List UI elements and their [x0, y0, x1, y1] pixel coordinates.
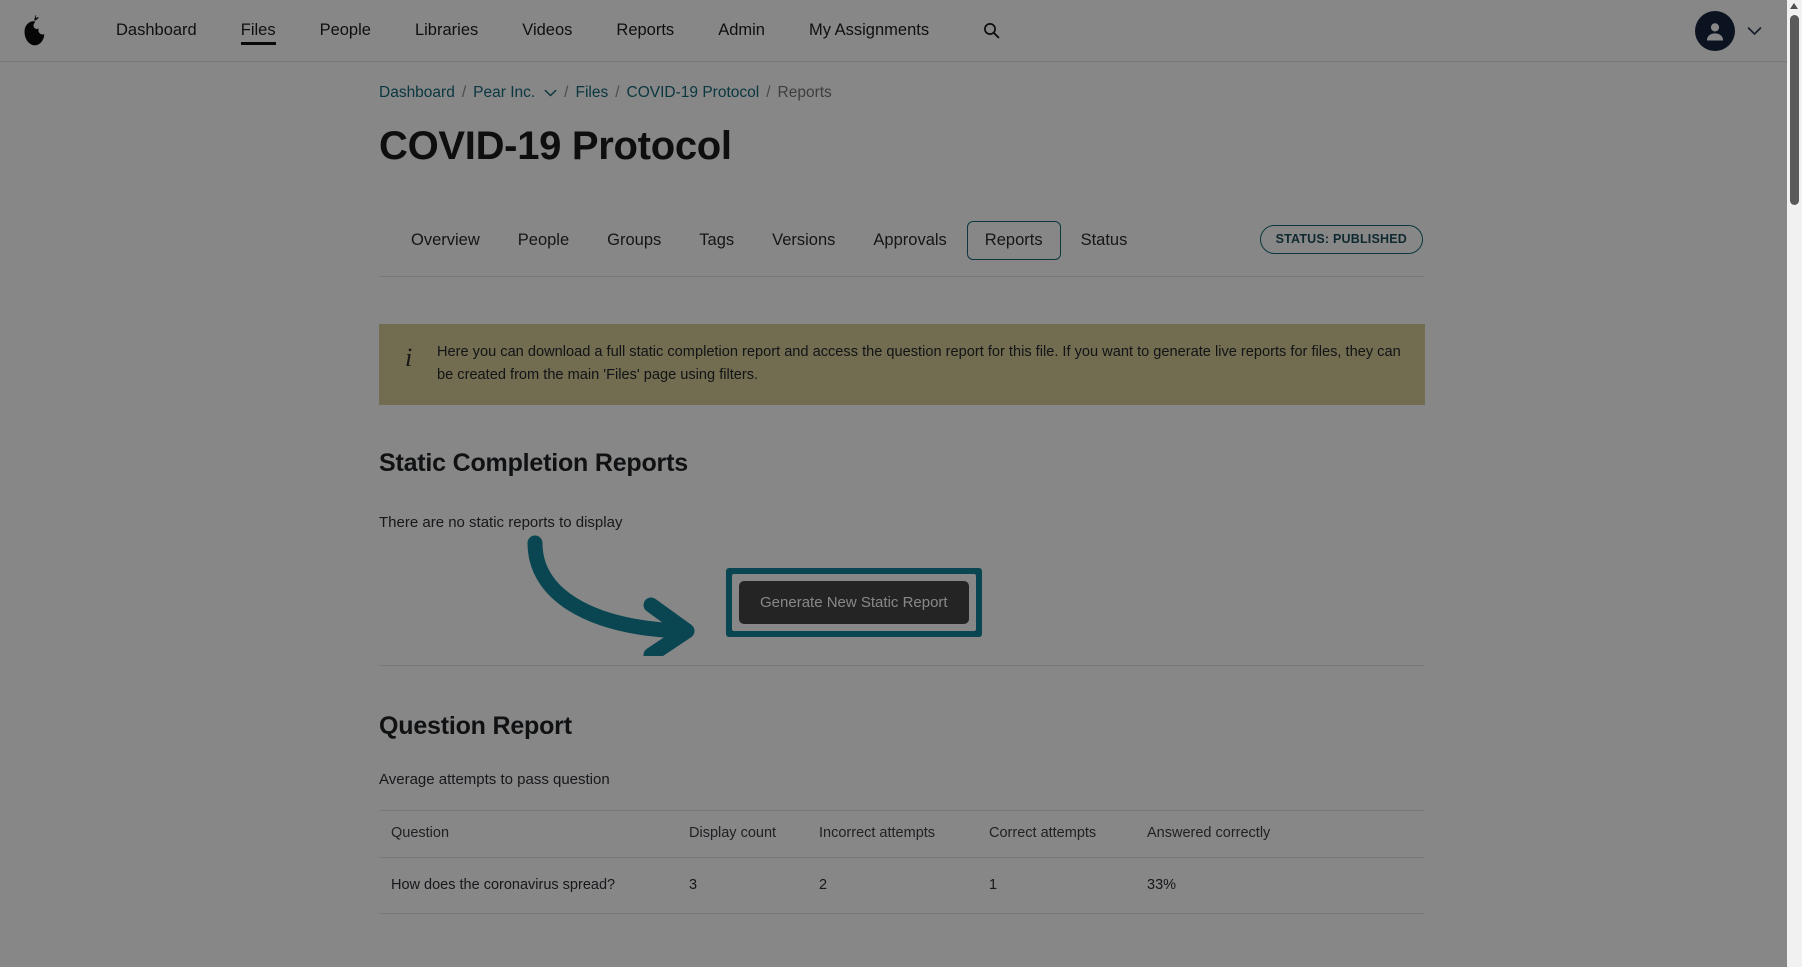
info-banner: i Here you can download a full static co… — [379, 324, 1425, 406]
pear-logo-icon — [24, 14, 45, 45]
question-report-heading: Question Report — [379, 712, 572, 741]
nav-item-reports[interactable]: Reports — [594, 0, 696, 61]
tab-label: Versions — [772, 231, 836, 249]
cell-correct-attempts: 1 — [979, 857, 1137, 915]
column-header-incorrect-attempts[interactable]: Incorrect attempts — [809, 810, 979, 859]
table-header-row: Question Display count Incorrect attempt… — [379, 810, 1425, 859]
nav-item-people[interactable]: People — [298, 0, 393, 61]
scrollbar-thumb[interactable] — [1790, 15, 1799, 205]
breadcrumb-dropdown-toggle[interactable] — [544, 89, 557, 97]
content-container: Dashboard / Pear Inc. / Files / COVID-19… — [377, 62, 1425, 915]
nav-label: Videos — [522, 21, 573, 39]
breadcrumb-item-pear-inc[interactable]: Pear Inc. — [473, 84, 535, 102]
tab-label: People — [517, 231, 570, 249]
search-button[interactable] — [977, 16, 1006, 45]
curved-arrow-annotation — [527, 535, 695, 657]
nav-label: People — [319, 21, 371, 39]
nav-label: My Assignments — [808, 21, 930, 39]
generate-report-block: Generate New Static Report — [379, 535, 1425, 657]
search-icon — [984, 23, 1000, 39]
nav-label: Admin — [718, 21, 765, 39]
cell-display-count: 3 — [679, 857, 809, 915]
generate-button-highlight-inner: Generate New Static Report — [732, 574, 976, 632]
breadcrumb-item-covid-19-protocol[interactable]: COVID-19 Protocol — [627, 84, 760, 102]
tab-reports[interactable]: Reports — [966, 221, 1061, 260]
status-badge[interactable]: STATUS: PUBLISHED — [1259, 225, 1423, 254]
user-avatar-icon — [1706, 22, 1724, 40]
nav-item-admin[interactable]: Admin — [696, 0, 787, 61]
table-row: How does the coronavirus spread? 3 2 1 3… — [379, 857, 1425, 915]
tab-overview[interactable]: Overview — [393, 221, 498, 260]
nav-label: Dashboard — [116, 21, 197, 39]
tab-tags[interactable]: Tags — [681, 221, 752, 260]
tab-label: Overview — [411, 231, 480, 249]
table-header: Question Display count Incorrect attempt… — [379, 810, 1425, 859]
nav-label: Files — [240, 21, 276, 39]
page-body: Dashboard / Pear Inc. / Files / COVID-19… — [0, 62, 1802, 967]
tab-label: Groups — [607, 231, 662, 249]
column-header-question[interactable]: Question — [379, 810, 679, 859]
tab-list: Overview People Groups Tags Versions App… — [393, 221, 1145, 260]
tab-versions[interactable]: Versions — [754, 221, 853, 260]
question-report-subtitle: Average attempts to pass question — [379, 771, 610, 789]
app-logo[interactable] — [0, 14, 62, 48]
tab-groups[interactable]: Groups — [589, 221, 679, 260]
main-nav-items: Dashboard Files People Libraries Videos … — [94, 0, 1006, 61]
breadcrumb-separator: / — [766, 84, 771, 101]
page-title: COVID-19 Protocol — [379, 124, 732, 168]
info-banner-text: Here you can download a full static comp… — [437, 344, 1401, 383]
vertical-scrollbar[interactable] — [1787, 0, 1802, 967]
account-area — [1695, 10, 1802, 51]
no-static-reports-text: There are no static reports to display — [379, 514, 623, 532]
breadcrumb-item-dashboard[interactable]: Dashboard — [379, 84, 455, 102]
nav-item-dashboard[interactable]: Dashboard — [94, 0, 219, 61]
top-navigation-bar: Dashboard Files People Libraries Videos … — [0, 0, 1802, 62]
tab-bar: Overview People Groups Tags Versions App… — [379, 221, 1425, 277]
breadcrumb-item-files[interactable]: Files — [575, 84, 608, 102]
nav-item-libraries[interactable]: Libraries — [393, 0, 500, 61]
scrollbar-up-arrow-icon[interactable] — [1790, 3, 1798, 9]
static-completion-reports-heading: Static Completion Reports — [379, 449, 688, 478]
tab-label: Tags — [699, 231, 735, 249]
cell-question: How does the coronavirus spread? — [379, 857, 679, 915]
nav-item-videos[interactable]: Videos — [500, 0, 594, 61]
nav-item-my-assignments[interactable]: My Assignments — [787, 0, 951, 61]
generate-button-highlight: Generate New Static Report — [726, 568, 982, 638]
question-report-table: Question Display count Incorrect attempt… — [379, 810, 1425, 915]
tab-status[interactable]: Status — [1063, 221, 1146, 260]
info-icon: i — [405, 343, 413, 372]
column-header-answered-correctly[interactable]: Answered correctly — [1137, 810, 1425, 859]
breadcrumb: Dashboard / Pear Inc. / Files / COVID-19… — [379, 84, 1425, 102]
breadcrumb-separator: / — [564, 84, 569, 101]
column-header-display-count[interactable]: Display count — [679, 810, 809, 859]
breadcrumb-item-reports: Reports — [777, 84, 832, 101]
breadcrumb-separator: / — [461, 84, 467, 101]
tab-approvals[interactable]: Approvals — [855, 221, 964, 260]
cell-incorrect-attempts[interactable]: 2 — [809, 857, 979, 915]
breadcrumb-separator: / — [615, 84, 620, 101]
chevron-down-icon — [544, 89, 557, 97]
avatar[interactable] — [1695, 10, 1735, 51]
nav-item-files[interactable]: Files — [219, 0, 298, 61]
table-body: How does the coronavirus spread? 3 2 1 3… — [379, 857, 1425, 915]
column-header-correct-attempts[interactable]: Correct attempts — [979, 810, 1137, 859]
tab-label: Approvals — [873, 231, 947, 249]
account-chevron-down-icon[interactable] — [1747, 26, 1762, 36]
generate-new-static-report-button[interactable]: Generate New Static Report — [739, 581, 969, 625]
tab-label: Reports — [984, 231, 1043, 249]
tab-people[interactable]: People — [500, 221, 587, 260]
nav-label: Reports — [616, 21, 675, 39]
section-divider — [379, 665, 1425, 667]
cell-answered-correctly: 33% — [1137, 857, 1425, 915]
tab-label: Status — [1080, 231, 1128, 249]
nav-label: Libraries — [414, 21, 479, 39]
